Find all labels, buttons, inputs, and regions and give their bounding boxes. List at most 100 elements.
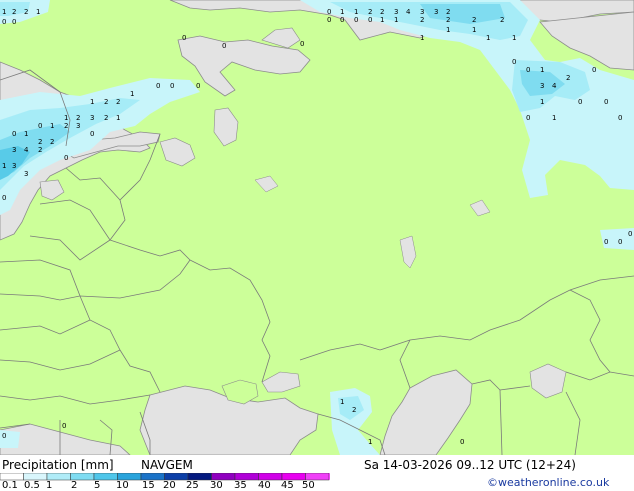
precip-label: 1: [340, 8, 344, 16]
scale-segment: [281, 473, 306, 481]
tick-label: 2: [71, 480, 78, 491]
precip-label: 1: [116, 114, 120, 122]
precip-label: 0: [526, 114, 530, 122]
precip-label: 1: [90, 98, 94, 106]
tick-label: 5: [94, 480, 101, 491]
precip-label: 0: [12, 130, 16, 138]
precip-label: 0: [2, 432, 6, 440]
precip-label: 0: [2, 194, 6, 202]
precip-label: 0: [526, 66, 530, 74]
precip-label: 2: [446, 16, 450, 24]
precip-label: 3: [12, 162, 16, 170]
scale-arrow: [329, 473, 330, 480]
precip-label: 2: [352, 406, 356, 414]
scale-segment: [211, 473, 236, 481]
precip-label: 0: [90, 130, 94, 138]
precip-label: 1: [540, 66, 544, 74]
precip-label: 0: [38, 122, 42, 130]
precip-label: 0: [300, 40, 304, 48]
scale-segment: [70, 473, 95, 481]
precip-label: 1: [130, 90, 134, 98]
tick-label: 15: [142, 480, 155, 491]
precip-label: 0: [460, 438, 464, 446]
precip-label: 2: [380, 8, 384, 16]
tick-label: 45: [281, 480, 294, 491]
legend-footer: Precipitation [mm] NAVGEM Sa 14-03-2026 …: [0, 455, 634, 491]
precip-label: 1: [64, 114, 68, 122]
precip-label: 2: [104, 114, 108, 122]
precip-label: 3: [90, 114, 94, 122]
precip-label: 0: [64, 154, 68, 162]
model-name: NAVGEM: [141, 458, 193, 472]
precip-label: 1: [36, 8, 40, 16]
precip-label: 2: [500, 16, 504, 24]
scale-segment: [46, 473, 71, 481]
precip-label: 2: [566, 74, 570, 82]
precip-label: 1: [512, 34, 516, 42]
precip-label: 1: [2, 162, 6, 170]
precip-label: 0: [2, 18, 6, 26]
precip-label: 0: [327, 16, 331, 24]
precip-label: 0: [62, 422, 66, 430]
precip-label: 3: [24, 170, 28, 178]
precip-label: 3: [434, 8, 438, 16]
precip-label: 0: [618, 238, 622, 246]
tick-label: 35: [234, 480, 247, 491]
precip-label: 1: [540, 98, 544, 106]
tick-label: 25: [186, 480, 199, 491]
precip-label: 1: [394, 16, 398, 24]
precip-label: 0: [12, 18, 16, 26]
precip-label: 0: [604, 98, 608, 106]
tick-label: 1: [46, 480, 53, 491]
precip-label: 0: [222, 42, 226, 50]
precip-label: 2: [116, 98, 120, 106]
scale-segment: [23, 473, 48, 481]
scale-segment: [305, 473, 330, 481]
precip-label: 3: [394, 8, 398, 16]
precip-label: 1: [340, 398, 344, 406]
scale-segment: [0, 473, 24, 481]
credit-link[interactable]: ©weatheronline.co.uk: [487, 476, 609, 489]
tick-label: 30: [210, 480, 223, 491]
precip-label: 2: [50, 138, 54, 146]
precip-label: 1: [552, 114, 556, 122]
precip-label: 0: [354, 16, 358, 24]
precipitation-map: 1 2 2 1 0 0 0 0 0 0 0 0 0 0 1 1 2 2 3 4 …: [0, 0, 634, 455]
precip-label: 1: [420, 34, 424, 42]
tick-label: 40: [258, 480, 271, 491]
precip-label: 1: [2, 8, 6, 16]
tick-label: 50: [302, 480, 315, 491]
precip-label: 3: [12, 146, 16, 154]
precip-label: 1: [50, 122, 54, 130]
tick-label: 10: [116, 480, 129, 491]
tick-label: 0.5: [24, 480, 40, 491]
precip-label: 2: [64, 122, 68, 130]
scale-segment: [117, 473, 142, 481]
precip-label: 1: [446, 26, 450, 34]
precip-label: 3: [420, 8, 424, 16]
precip-label: 0: [340, 16, 344, 24]
precip-label: 0: [182, 34, 186, 42]
precip-label: 2: [368, 8, 372, 16]
valid-time: Sa 14-03-2026 09..12 UTC (12+24): [364, 458, 576, 472]
precip-label: 2: [76, 114, 80, 122]
tick-label: 20: [163, 480, 176, 491]
scale-segment: [93, 473, 118, 481]
precip-label: 0: [368, 16, 372, 24]
precip-label: 4: [406, 8, 411, 16]
scale-tick-labels: 0.1 0.5 1 2 5 10 15 20 25 30 35 40 45 50: [0, 480, 330, 491]
precip-label: 0: [156, 82, 160, 90]
precip-label: 3: [76, 122, 80, 130]
precip-label: 4: [24, 146, 29, 154]
precip-label: 0: [592, 66, 596, 74]
precip-label: 2: [12, 8, 16, 16]
precip-label: 2: [104, 98, 108, 106]
precip-label: 1: [354, 8, 358, 16]
scale-segment: [164, 473, 189, 481]
precip-label: 1: [24, 130, 28, 138]
precip-label: 2: [446, 8, 450, 16]
precip-label: 1: [380, 16, 384, 24]
precip-label: 1: [368, 438, 372, 446]
precip-label: 0: [618, 114, 622, 122]
scale-segment: [258, 473, 283, 481]
